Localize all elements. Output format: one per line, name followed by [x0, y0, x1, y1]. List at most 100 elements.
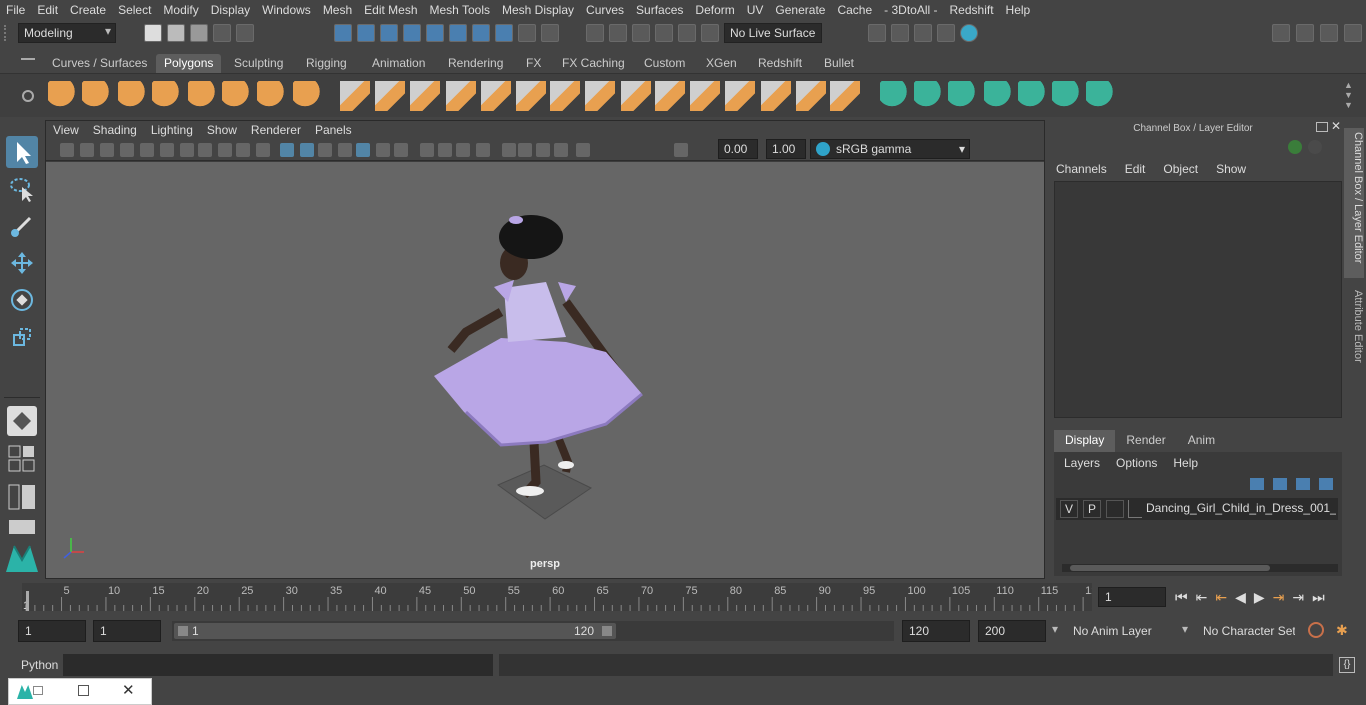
- menu-mesh-display[interactable]: Mesh Display: [496, 3, 580, 17]
- side-tab-attribute-editor[interactable]: Attribute Editor: [1344, 286, 1364, 386]
- lock-channels-icon[interactable]: [1308, 140, 1322, 154]
- shelf-menu-icon[interactable]: [21, 58, 35, 60]
- bevel-icon[interactable]: [621, 81, 651, 111]
- close-icon[interactable]: ✕: [1331, 119, 1341, 133]
- poly-cube-icon[interactable]: [82, 81, 112, 111]
- snap-together-icon[interactable]: [586, 24, 604, 42]
- move-layer-down-icon[interactable]: [1273, 478, 1287, 490]
- go-to-start-icon[interactable]: ⏮: [1175, 589, 1188, 606]
- range-handle-start[interactable]: [178, 626, 188, 636]
- close-icon[interactable]: ✕: [122, 681, 135, 699]
- live-surface-field[interactable]: No Live Surface: [724, 23, 822, 43]
- channel-menu-object[interactable]: Object: [1163, 162, 1198, 176]
- channel-box-toggle-icon[interactable]: [1344, 24, 1362, 42]
- shelf-settings-icon[interactable]: [22, 90, 34, 102]
- query-icon[interactable]: [495, 24, 513, 42]
- grid-toggle-icon[interactable]: [140, 143, 154, 157]
- open-scene-icon[interactable]: [167, 24, 185, 42]
- menu-modify[interactable]: Modify: [157, 3, 204, 17]
- layer-tab-render[interactable]: Render: [1115, 430, 1176, 452]
- layer-scrollbar-thumb[interactable]: [1070, 565, 1270, 571]
- new-layer-icon[interactable]: [1296, 478, 1310, 490]
- step-forward-key-icon[interactable]: ⇥: [1292, 589, 1304, 606]
- smooth-icon[interactable]: [410, 81, 440, 111]
- chevron-down-icon[interactable]: ▾: [1182, 622, 1188, 636]
- menu-create[interactable]: Create: [64, 3, 112, 17]
- shaded-wireframe-icon[interactable]: [338, 143, 352, 157]
- snap-curve-tool-icon[interactable]: [609, 24, 627, 42]
- screen-space-ao-icon[interactable]: [420, 143, 434, 157]
- hypershade-icon[interactable]: [960, 24, 978, 42]
- channel-menu-show[interactable]: Show: [1216, 162, 1246, 176]
- layer-menu-help[interactable]: Help: [1173, 456, 1198, 470]
- depth-of-field-icon[interactable]: [476, 143, 490, 157]
- shelf-tab-rigging[interactable]: Rigging: [298, 54, 355, 73]
- viewport-menu-shading[interactable]: Shading: [86, 123, 144, 137]
- auto-key-icon[interactable]: [1308, 622, 1324, 638]
- planar-uv-icon[interactable]: [880, 81, 910, 111]
- script-editor-icon[interactable]: {}: [1339, 657, 1355, 673]
- camera-attributes-icon[interactable]: [80, 143, 94, 157]
- viewport-menu-show[interactable]: Show: [200, 123, 244, 137]
- layer-tab-display[interactable]: Display: [1054, 430, 1116, 452]
- wireframe-icon[interactable]: [280, 143, 294, 157]
- default-material-icon[interactable]: [318, 143, 332, 157]
- menu-mesh[interactable]: Mesh: [317, 3, 358, 17]
- menu-file[interactable]: File: [0, 3, 31, 17]
- menu-deform[interactable]: Deform: [689, 3, 740, 17]
- layer-scrollbar[interactable]: [1062, 564, 1338, 572]
- render-frame-icon[interactable]: [868, 24, 886, 42]
- character-set-dropdown[interactable]: No Character Set: [1196, 620, 1296, 642]
- separate-icon[interactable]: [375, 81, 405, 111]
- cut-uv-icon[interactable]: [948, 81, 978, 111]
- menu-windows[interactable]: Windows: [256, 3, 317, 17]
- move-tool-icon[interactable]: [6, 247, 38, 279]
- snap-point-icon[interactable]: [449, 24, 467, 42]
- animation-end-field[interactable]: 200: [978, 620, 1046, 642]
- new-scene-icon[interactable]: [144, 24, 162, 42]
- safe-title-icon[interactable]: [256, 143, 270, 157]
- layer-visibility-toggle[interactable]: V: [1060, 500, 1078, 518]
- channel-list[interactable]: [1054, 181, 1342, 418]
- outliner-layout-icon[interactable]: [8, 484, 36, 510]
- split-polygon-icon[interactable]: [796, 81, 826, 111]
- go-to-end-icon[interactable]: ⏭: [1312, 589, 1325, 606]
- viewport-scene[interactable]: persp: [46, 162, 1044, 578]
- menu-curves[interactable]: Curves: [580, 3, 630, 17]
- save-scene-icon[interactable]: [190, 24, 208, 42]
- menu-display[interactable]: Display: [205, 3, 256, 17]
- grip-handle[interactable]: [4, 25, 12, 41]
- shelf-scroll-icon[interactable]: ▲ ▼ ▼: [1344, 80, 1353, 110]
- tool-settings-icon[interactable]: [1320, 24, 1338, 42]
- snap-point-tool-icon[interactable]: [632, 24, 650, 42]
- snap-view-icon[interactable]: [472, 24, 490, 42]
- make-live-icon[interactable]: [701, 24, 719, 42]
- sew-uv-icon[interactable]: [984, 81, 1014, 111]
- exposure-icon[interactable]: [576, 143, 590, 157]
- undo-icon[interactable]: [213, 24, 231, 42]
- menu-redshift[interactable]: Redshift: [944, 3, 1000, 17]
- minimized-window[interactable]: ✕: [8, 678, 152, 705]
- automatic-uv-icon[interactable]: [914, 81, 944, 111]
- animation-start-field[interactable]: 1: [18, 620, 86, 642]
- viewport-menu-lighting[interactable]: Lighting: [144, 123, 200, 137]
- redo-icon[interactable]: [236, 24, 254, 42]
- exposure-field[interactable]: 0.00: [718, 139, 758, 159]
- select-camera-icon[interactable]: [60, 143, 74, 157]
- resolution-gate-icon[interactable]: [180, 143, 194, 157]
- poly-cylinder-icon[interactable]: [118, 81, 148, 111]
- layer-playback-toggle[interactable]: P: [1083, 500, 1101, 518]
- poly-pipe-icon[interactable]: [293, 81, 323, 111]
- multi-cut-icon[interactable]: [516, 81, 546, 111]
- bridge-icon[interactable]: [585, 81, 615, 111]
- anim-layer-dropdown[interactable]: No Anim Layer: [1066, 620, 1176, 642]
- new-layer-selected-icon[interactable]: [1319, 478, 1333, 490]
- side-tab-channel-box[interactable]: Channel Box / Layer Editor: [1344, 128, 1364, 278]
- layout-toggle-icon[interactable]: [8, 518, 36, 536]
- restore-icon[interactable]: [33, 686, 43, 695]
- lock-icon[interactable]: [518, 24, 536, 42]
- bookmark-icon[interactable]: [100, 143, 114, 157]
- render-sequence-icon[interactable]: [891, 24, 909, 42]
- menu-edit[interactable]: Edit: [31, 3, 64, 17]
- shadows-icon[interactable]: [394, 143, 408, 157]
